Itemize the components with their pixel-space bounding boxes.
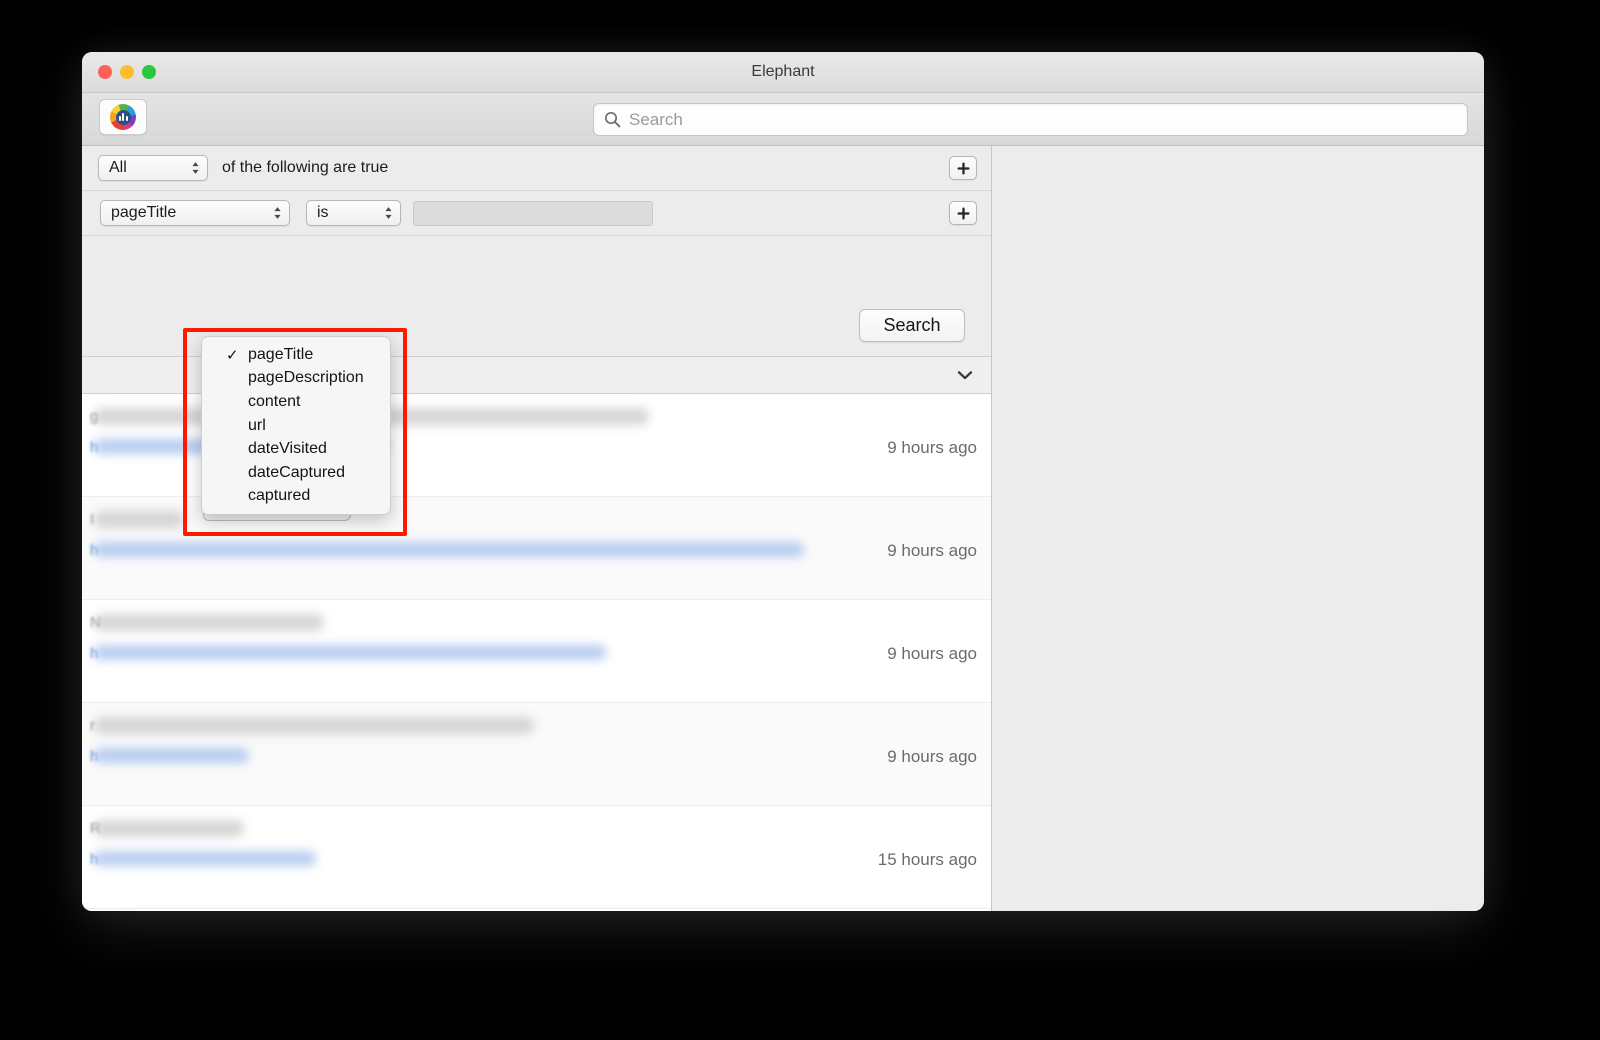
checkmark-icon: ✓ <box>226 346 239 364</box>
window-titlebar: Elephant <box>82 52 1484 93</box>
result-timestamp: 9 hours ago <box>887 438 977 457</box>
screenshot-root: Elephant Search All of the following are… <box>0 0 1600 1040</box>
menu-item-url[interactable]: url <box>202 414 390 438</box>
menu-item-label: dateVisited <box>248 440 327 458</box>
menu-item-label: pageTitle <box>248 345 314 363</box>
search-button[interactable]: Search <box>859 309 965 342</box>
criterion-field-value: pageTitle <box>111 204 177 221</box>
menu-item-label: captured <box>248 487 311 505</box>
app-icon-button[interactable] <box>99 99 147 135</box>
chevron-up-down-icon <box>384 206 393 221</box>
menu-item-label: dateCaptured <box>248 463 345 481</box>
menu-item-pageTitle[interactable]: ✓ pageTitle <box>202 343 390 367</box>
predicate-criterion-row: pageTitle is <box>82 191 991 236</box>
search-icon <box>604 111 621 128</box>
menu-item-dateCaptured[interactable]: dateCaptured <box>202 461 390 485</box>
plus-icon <box>956 206 970 220</box>
chevron-up-down-icon <box>273 206 282 221</box>
result-timestamp: 15 hours ago <box>877 850 977 869</box>
search-input-placeholder: Search <box>629 109 683 129</box>
criterion-field-select[interactable]: pageTitle <box>100 200 290 226</box>
result-title-redacted <box>94 820 244 837</box>
menu-item-label: url <box>248 416 266 434</box>
menu-item-label: pageDescription <box>248 369 364 387</box>
add-criterion-button-top[interactable] <box>949 156 977 180</box>
app-window: Elephant Search All of the following are… <box>82 52 1484 911</box>
criterion-operator-select[interactable]: is <box>306 200 401 226</box>
table-row[interactable]: N h 9 hours ago <box>82 600 991 703</box>
result-url-redacted <box>94 748 249 763</box>
menu-item-captured[interactable]: captured <box>202 485 390 509</box>
result-url-redacted <box>94 645 606 660</box>
result-title-redacted <box>94 717 534 734</box>
match-type-select[interactable]: All <box>98 155 208 181</box>
result-url-redacted <box>94 851 316 866</box>
right-detail-pane <box>992 146 1484 911</box>
field-popup-menu[interactable]: ✓ pageTitle pageDescription content url … <box>201 336 391 516</box>
table-row[interactable]: r h 9 hours ago <box>82 703 991 806</box>
result-url-redacted <box>94 542 804 557</box>
result-title-redacted <box>94 614 324 631</box>
match-type-value: All <box>109 159 127 176</box>
elephant-app-icon <box>110 104 136 130</box>
table-row[interactable]: R h 15 hours ago <box>82 806 991 909</box>
menu-item-label: content <box>248 392 301 410</box>
predicate-editor: All of the following are true pageTitle … <box>82 146 991 356</box>
criterion-value-input[interactable] <box>413 200 653 226</box>
result-timestamp: 9 hours ago <box>887 644 977 663</box>
plus-icon <box>956 161 970 175</box>
window-body: All of the following are true pageTitle … <box>82 146 1484 911</box>
menu-item-pageDescription[interactable]: pageDescription <box>202 367 390 391</box>
window-toolbar: Search <box>82 93 1484 146</box>
left-pane: All of the following are true pageTitle … <box>82 146 992 911</box>
predicate-compound-row: All of the following are true <box>82 146 991 191</box>
result-timestamp: 9 hours ago <box>887 541 977 560</box>
chevron-up-down-icon <box>191 161 200 176</box>
menu-item-dateVisited[interactable]: dateVisited <box>202 437 390 461</box>
window-title: Elephant <box>751 63 815 80</box>
toolbar-search-field[interactable]: Search <box>593 103 1468 136</box>
result-title-redacted <box>94 511 184 528</box>
criterion-operator-value: is <box>317 204 329 221</box>
chevron-down-icon[interactable] <box>957 370 973 380</box>
result-timestamp: 9 hours ago <box>887 747 977 766</box>
add-criterion-button-row[interactable] <box>949 201 977 225</box>
compound-row-label: of the following are true <box>222 159 389 176</box>
menu-item-content[interactable]: content <box>202 390 390 414</box>
